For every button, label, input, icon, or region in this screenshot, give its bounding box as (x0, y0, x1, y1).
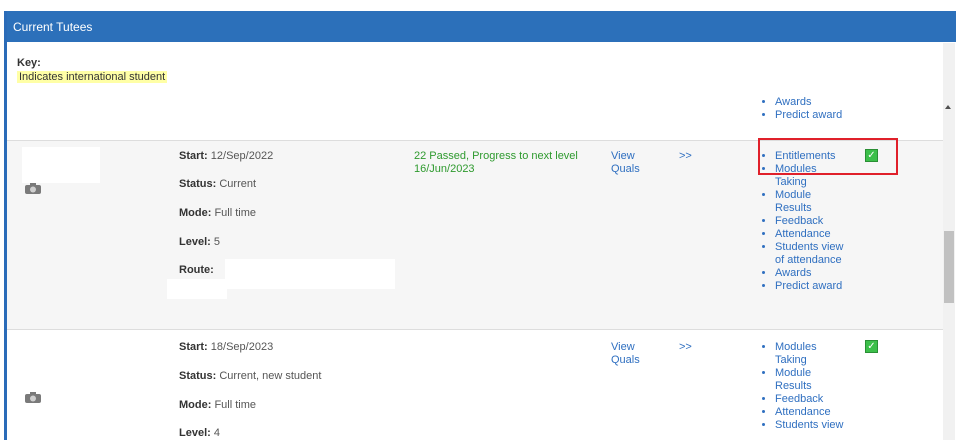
panel-title: Current Tutees (13, 20, 93, 34)
student-photo-icon (25, 183, 41, 194)
modules-taking-link[interactable]: ModulesTaking (775, 341, 843, 367)
redacted-route-box-2 (167, 279, 227, 299)
attendance-link[interactable]: Attendance (775, 228, 843, 241)
awards-link[interactable]: Awards (775, 96, 842, 109)
level-field: Level: 5 (179, 236, 220, 248)
student-photo-icon (25, 392, 41, 403)
details-arrow-link[interactable]: >> (679, 341, 692, 354)
attendance-link[interactable]: Attendance (775, 406, 843, 419)
redacted-route-box (225, 259, 395, 289)
checkbox-checked-icon[interactable]: ✓ (865, 340, 878, 353)
scrollbar-thumb[interactable] (944, 231, 954, 303)
vertical-scrollbar[interactable] (943, 43, 955, 440)
row-separator (7, 329, 943, 330)
key-label: Key: (17, 57, 41, 69)
start-field: Start: 18/Sep/2023 (179, 341, 274, 353)
module-results-link[interactable]: ModuleResults (775, 367, 843, 393)
status-field: Status: Current, new student (179, 370, 322, 382)
current-tutees-panel: Current Tutees Key: Indicates internatio… (4, 11, 956, 440)
progress-status: 22 Passed, Progress to next level 16/Jun… (414, 150, 578, 175)
key-international-note: Indicates international student (17, 71, 168, 83)
predict-award-link[interactable]: Predict award (775, 109, 842, 122)
view-quals-link[interactable]: View Quals (611, 341, 640, 367)
row3-actions: ModulesTaking ModuleResults Feedback Att… (762, 341, 843, 432)
scroll-up-arrow-icon[interactable] (945, 105, 951, 109)
details-arrow-link[interactable]: >> (679, 150, 692, 163)
mode-field: Mode: Full time (179, 399, 257, 411)
annotation-highlight-box (758, 138, 898, 175)
feedback-link[interactable]: Feedback (775, 393, 843, 406)
view-quals-link[interactable]: View Quals (611, 150, 640, 176)
row1-actions: Awards Predict award (762, 96, 842, 122)
start-field: Start: 12/Sep/2022 (179, 150, 274, 162)
level-field: Level: 4 (179, 427, 220, 439)
students-view-attendance-link[interactable]: Students view (775, 419, 843, 432)
mode-field: Mode: Full time (179, 207, 257, 219)
students-view-attendance-link[interactable]: Students viewof attendance (775, 241, 843, 267)
redacted-name-box (22, 147, 100, 183)
feedback-link[interactable]: Feedback (775, 215, 843, 228)
route-field: Route: (179, 264, 214, 276)
awards-link[interactable]: Awards (775, 267, 843, 280)
panel-header: Current Tutees (7, 11, 956, 42)
module-results-link[interactable]: ModuleResults (775, 189, 843, 215)
status-field: Status: Current (179, 178, 257, 190)
predict-award-link[interactable]: Predict award (775, 280, 843, 293)
